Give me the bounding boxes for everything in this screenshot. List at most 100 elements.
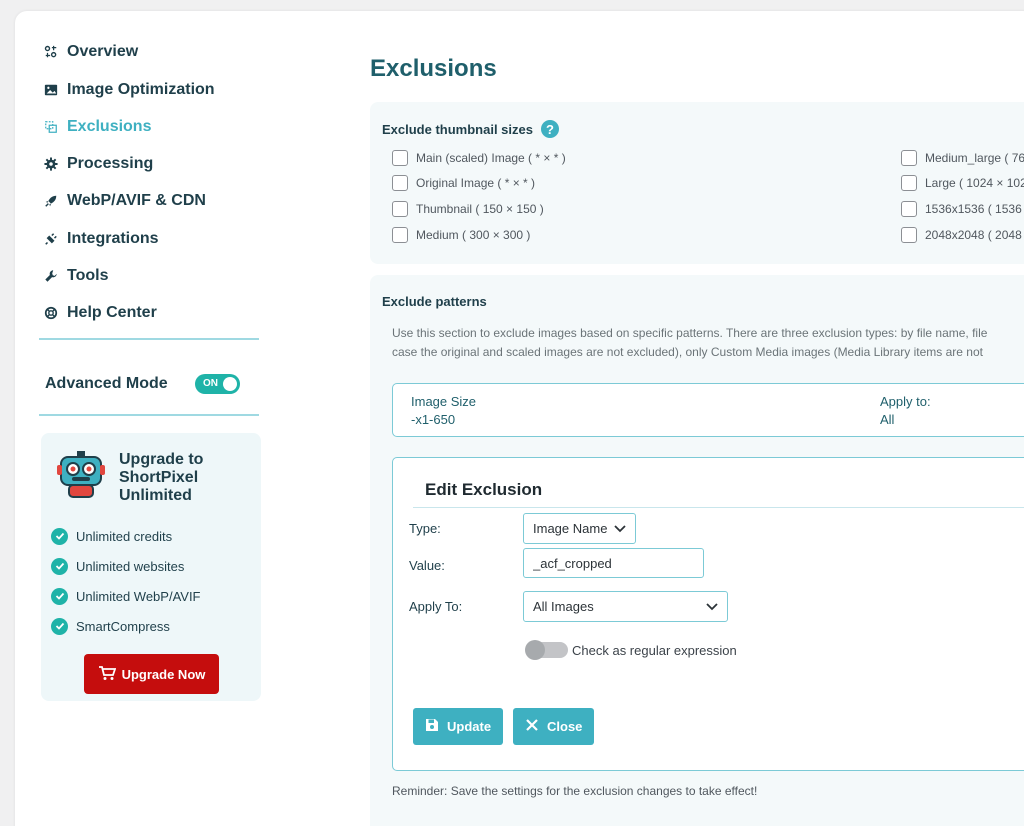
nav-label: WebP/AVIF & CDN bbox=[67, 192, 206, 209]
thumbnail-size-option[interactable]: 1536x1536 ( 1536 × bbox=[901, 200, 1024, 218]
wrench-icon bbox=[43, 268, 59, 284]
checkbox[interactable] bbox=[901, 201, 917, 217]
upgrade-title: Upgrade to ShortPixel Unlimited bbox=[119, 451, 204, 504]
description-line: case the original and scaled images are … bbox=[392, 345, 983, 359]
help-icon[interactable]: ? bbox=[541, 120, 559, 138]
exclusion-row[interactable]: Image Size -x1-650 Apply to: All bbox=[392, 383, 1024, 437]
update-button[interactable]: Update bbox=[413, 708, 504, 745]
apply-to-select[interactable]: All Images bbox=[523, 591, 728, 622]
thumbnail-size-option[interactable]: Medium_large ( 76 bbox=[901, 149, 1024, 167]
thumbnail-size-label: Thumbnail ( 150 × 150 ) bbox=[416, 202, 544, 216]
thumbnail-size-label: 2048x2048 ( 2048 × bbox=[925, 228, 1024, 242]
advanced-mode-toggle[interactable]: ON bbox=[195, 374, 240, 394]
thumbnail-size-option[interactable]: Original Image ( * × * ) bbox=[392, 174, 535, 192]
chevron-down-icon bbox=[614, 521, 626, 536]
type-select[interactable]: Image Name bbox=[523, 513, 636, 544]
robot-logo-icon bbox=[57, 451, 105, 498]
lifebuoy-icon bbox=[43, 305, 59, 321]
thumbnail-size-label: Medium_large ( 76 bbox=[925, 151, 1024, 165]
thumbnail-size-label: Main (scaled) Image ( * × * ) bbox=[416, 151, 566, 165]
check-icon bbox=[51, 557, 68, 575]
upgrade-now-button[interactable]: Upgrade Now bbox=[84, 654, 219, 694]
checkbox[interactable] bbox=[392, 201, 408, 217]
checkbox[interactable] bbox=[901, 227, 917, 243]
nav-label: Image Optimization bbox=[67, 81, 215, 98]
settings-frame: Overview Image Optimization Exclusions P… bbox=[15, 11, 1024, 826]
checkbox[interactable] bbox=[392, 150, 408, 166]
toggle-state: ON bbox=[203, 378, 218, 389]
nav-label: Integrations bbox=[67, 230, 159, 247]
apply-to-field-label: Apply To: bbox=[409, 599, 463, 614]
exclusion-type-label: Image Size bbox=[411, 394, 477, 409]
regex-label: Check as regular expression bbox=[572, 643, 737, 658]
nav-label: Exclusions bbox=[67, 118, 152, 135]
advanced-mode-label: Advanced Mode bbox=[45, 375, 168, 392]
feature-item: Unlimited credits bbox=[51, 525, 172, 547]
thumbnail-size-option[interactable]: 2048x2048 ( 2048 × bbox=[901, 226, 1024, 244]
nav-item-image-optimization[interactable]: Image Optimization bbox=[43, 77, 215, 103]
feature-label: Unlimited websites bbox=[76, 558, 185, 574]
nav-label: Processing bbox=[67, 155, 154, 172]
type-select-value: Image Name bbox=[533, 521, 608, 536]
nav-item-tools[interactable]: Tools bbox=[43, 263, 108, 289]
thumbnail-size-option[interactable]: Main (scaled) Image ( * × * ) bbox=[392, 149, 566, 167]
checkbox[interactable] bbox=[392, 227, 408, 243]
nav-item-overview[interactable]: Overview bbox=[43, 39, 138, 65]
close-label: Close bbox=[547, 719, 583, 734]
nav-divider bbox=[39, 414, 259, 416]
type-label: Type: bbox=[409, 521, 441, 536]
check-icon bbox=[51, 587, 68, 605]
nav-item-webp-cdn[interactable]: WebP/AVIF & CDN bbox=[43, 188, 206, 214]
apply-to-label: Apply to: bbox=[880, 394, 931, 409]
gear-icon bbox=[43, 156, 59, 172]
thumbnail-sizes-heading: Exclude thumbnail sizes ? bbox=[382, 120, 559, 138]
nav-item-exclusions[interactable]: Exclusions bbox=[43, 114, 151, 140]
apply-to-select-value: All Images bbox=[533, 599, 594, 614]
nav-label: Help Center bbox=[67, 304, 157, 321]
advanced-mode: Advanced Mode ON bbox=[45, 371, 240, 397]
feature-item: SmartCompress bbox=[51, 615, 170, 637]
upgrade-now-label: Upgrade Now bbox=[121, 666, 206, 682]
feature-label: Unlimited WebP/AVIF bbox=[76, 588, 201, 604]
nav-item-help-center[interactable]: Help Center bbox=[43, 300, 157, 326]
apply-to-value: All bbox=[880, 412, 895, 427]
check-icon bbox=[51, 617, 68, 635]
chevron-down-icon bbox=[706, 599, 718, 614]
thumbnail-size-option[interactable]: Large ( 1024 × 102 bbox=[901, 174, 1024, 192]
thumbnail-size-option[interactable]: Thumbnail ( 150 × 150 ) bbox=[392, 200, 544, 218]
close-icon bbox=[525, 718, 539, 735]
thumbnail-size-label: Large ( 1024 × 102 bbox=[925, 176, 1024, 190]
nav-divider bbox=[39, 338, 259, 340]
exclusion-value: -x1-650 bbox=[411, 412, 456, 427]
exclude-patterns-heading: Exclude patterns bbox=[382, 294, 487, 309]
thumbnail-size-option[interactable]: Medium ( 300 × 300 ) bbox=[392, 226, 530, 244]
thumbnail-size-label: Medium ( 300 × 300 ) bbox=[416, 228, 531, 242]
update-label: Update bbox=[447, 719, 492, 734]
value-label: Value: bbox=[409, 558, 445, 573]
checkbox[interactable] bbox=[901, 150, 917, 166]
regex-toggle[interactable] bbox=[525, 640, 568, 660]
exclude-patterns-panel: Exclude patterns Use this section to exc… bbox=[370, 275, 1024, 826]
feature-label: Unlimited credits bbox=[76, 528, 173, 544]
image-icon bbox=[43, 82, 59, 98]
rocket-icon bbox=[43, 193, 59, 209]
checkbox[interactable] bbox=[392, 175, 408, 191]
nav-label: Tools bbox=[67, 267, 109, 284]
cart-icon bbox=[98, 665, 116, 684]
nav-item-integrations[interactable]: Integrations bbox=[43, 226, 159, 252]
feature-item: Unlimited WebP/AVIF bbox=[51, 585, 201, 607]
thumbnail-size-label: Original Image ( * × * ) bbox=[416, 176, 536, 190]
edit-exclusion-title: Edit Exclusion bbox=[425, 480, 543, 499]
nav-label: Overview bbox=[67, 43, 139, 60]
page-title: Exclusions bbox=[370, 55, 497, 82]
nav-item-processing[interactable]: Processing bbox=[43, 151, 153, 177]
close-button[interactable]: Close bbox=[513, 708, 595, 745]
feature-label: SmartCompress bbox=[76, 618, 170, 634]
save-icon bbox=[425, 718, 439, 735]
checkbox[interactable] bbox=[901, 175, 917, 191]
thumbnail-size-label: 1536x1536 ( 1536 × bbox=[925, 202, 1024, 216]
plug-icon bbox=[43, 231, 59, 247]
value-input[interactable] bbox=[523, 548, 704, 578]
feature-item: Unlimited websites bbox=[51, 555, 184, 577]
edit-exclusion-form: Edit Exclusion Type: Image Name Value: A… bbox=[392, 457, 1024, 771]
